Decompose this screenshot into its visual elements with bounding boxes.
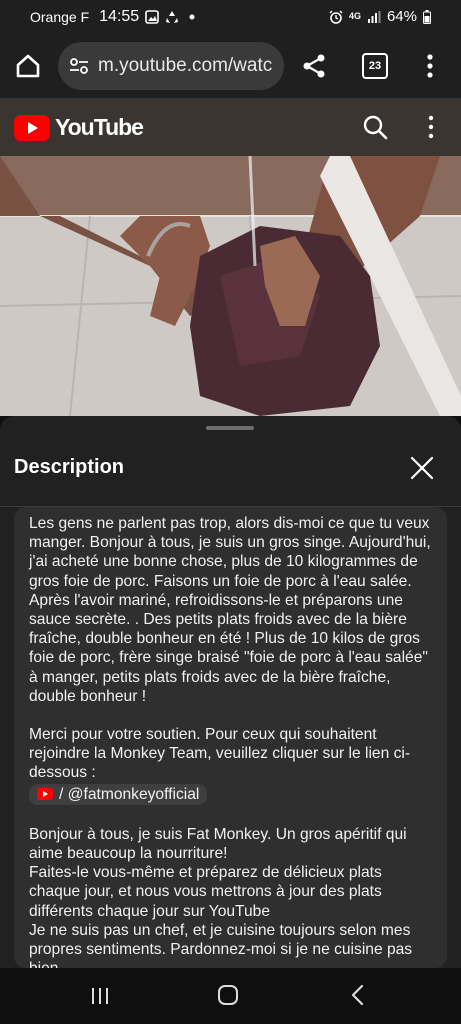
youtube-header: YouTube	[0, 98, 461, 156]
youtube-play-icon	[14, 114, 50, 141]
recents-icon[interactable]	[90, 986, 110, 1006]
description-line: Je ne suis pas un chef, et je cuisine to…	[29, 921, 413, 968]
address-bar[interactable]: m.youtube.com/watc	[58, 42, 284, 90]
description-line: Faites-le vous-même et préparez de délic…	[29, 864, 382, 920]
description-paragraph: Les gens ne parlent pas trop, alors dis-…	[29, 515, 431, 705]
site-settings-icon[interactable]	[68, 55, 90, 77]
youtube-small-icon	[37, 788, 53, 801]
youtube-wordmark: YouTube	[55, 114, 144, 140]
battery-icon	[423, 9, 431, 24]
dot-notification-icon	[189, 14, 195, 20]
more-vert-icon[interactable]	[420, 52, 440, 80]
home-nav-icon[interactable]	[217, 984, 239, 1006]
description-sheet: Description Les gens ne parlent pas trop…	[0, 416, 461, 968]
network-type: 4G	[348, 11, 361, 21]
alarm-icon	[329, 10, 343, 24]
signal-icon	[367, 10, 381, 23]
description-paragraph: Merci pour votre soutien. Pour ceux qui …	[29, 726, 411, 782]
status-bar: Orange F 14:55 4G 64%	[0, 0, 461, 34]
search-icon[interactable]	[362, 114, 388, 140]
sheet-title: Description	[14, 456, 125, 478]
video-player[interactable]	[0, 156, 461, 416]
recycle-notification-icon	[166, 11, 179, 23]
gallery-notification-icon	[145, 10, 159, 24]
battery-percent: 64%	[386, 8, 417, 25]
youtube-more-icon[interactable]	[424, 114, 438, 140]
carrier-name: Orange F	[30, 9, 90, 25]
close-icon[interactable]	[408, 454, 436, 482]
clock: 14:55	[99, 8, 140, 25]
tabs-icon[interactable]: 23	[362, 53, 388, 79]
video-frame	[0, 156, 461, 416]
system-nav-bar	[0, 968, 461, 1024]
home-icon[interactable]	[14, 52, 42, 80]
back-icon[interactable]	[348, 984, 366, 1006]
channel-handle[interactable]: / @fatmonkeyofficial	[59, 785, 199, 804]
url-text[interactable]: m.youtube.com/watc	[98, 55, 272, 77]
description-box: Les gens ne parlent pas trop, alors dis-…	[14, 507, 447, 968]
youtube-logo[interactable]: YouTube	[14, 114, 144, 141]
drag-handle[interactable]	[206, 426, 254, 430]
channel-link[interactable]: / @fatmonkeyofficial	[29, 783, 208, 805]
browser-toolbar: m.youtube.com/watc 23	[0, 34, 461, 98]
share-icon[interactable]	[300, 52, 328, 80]
description-line: Bonjour à tous, je suis Fat Monkey. Un g…	[29, 825, 407, 863]
description-text: Les gens ne parlent pas trop, alors dis-…	[14, 507, 447, 968]
